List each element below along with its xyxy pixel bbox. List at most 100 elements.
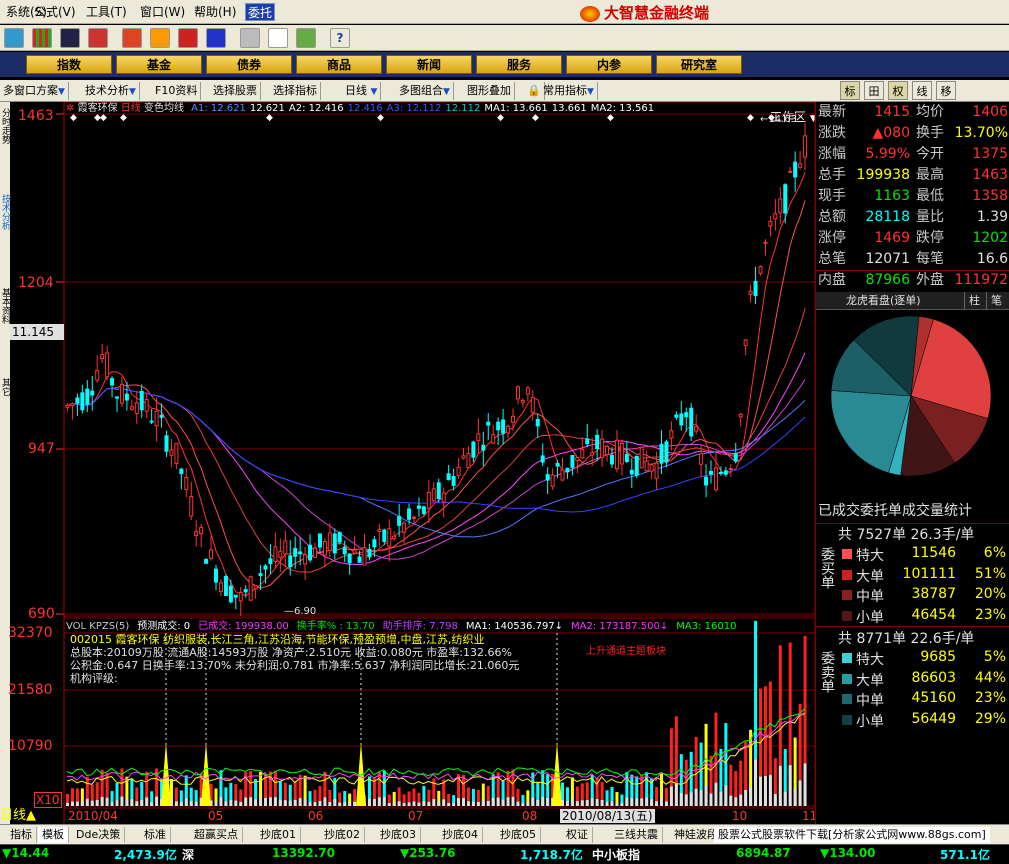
template-tab[interactable]: 指标 <box>6 827 37 843</box>
nav-commodity[interactable]: 商品 <box>296 55 382 74</box>
template-tab[interactable]: 抄底01 <box>256 827 301 843</box>
tab-tick[interactable]: 笔 <box>986 292 1002 310</box>
volume-bar-base <box>402 803 406 806</box>
keyboard-icon[interactable] <box>4 28 24 48</box>
volume-legend-item: 换手率% : 13.70 <box>296 621 375 632</box>
candle-body <box>263 565 268 570</box>
x-axis-label: 2010/04 <box>68 809 118 823</box>
period-select[interactable]: 日线 ▼ <box>342 82 382 100</box>
f10-info-button[interactable]: F10资料 <box>152 82 202 100</box>
menu-window[interactable]: 窗口(W) <box>138 3 187 21</box>
template-tab[interactable]: 超赢买点 <box>190 827 243 843</box>
stock-info-block: 002015 霞客环保 纺织服装,长江三角,江苏沿海,节能环保,预盈预增,中盘,… <box>70 633 519 685</box>
order-volume: 45160 <box>911 690 956 706</box>
period-indicator[interactable]: 日线▲ <box>0 808 64 824</box>
tab-dragon-tiger[interactable]: 龙虎看盘(逐单) <box>846 292 921 310</box>
volume-bar-base <box>283 800 287 806</box>
multi-chart-button[interactable]: 多图组合▼ <box>396 82 454 100</box>
nav-insider[interactable]: 内参 <box>566 55 652 74</box>
candle-body <box>164 435 169 452</box>
quote-icon[interactable] <box>122 28 142 48</box>
quote-label: 涨停 <box>818 230 846 246</box>
settings-icon[interactable]: ✲ <box>66 103 74 114</box>
tab-mark[interactable]: 标 <box>840 81 860 100</box>
volume-bar-base <box>645 797 649 806</box>
quote-label: 换手 <box>916 125 944 141</box>
candle-body <box>496 421 501 431</box>
candle-body <box>506 425 511 434</box>
price-frame <box>63 101 816 617</box>
binoculars-icon[interactable] <box>60 28 80 48</box>
legend-item: A1: 12.621 <box>191 103 246 114</box>
bars-icon[interactable] <box>32 28 52 48</box>
quote-row: 内盘 87966 外盘 111972 <box>816 270 1009 291</box>
template-tab[interactable]: 抄底05 <box>496 827 541 843</box>
volume-bar-base <box>219 797 223 806</box>
menu-tools[interactable]: 工具(T) <box>84 3 129 21</box>
nav-bond[interactable]: 债券 <box>206 55 292 74</box>
candle-body <box>441 492 446 503</box>
nav-fund[interactable]: 基金 <box>116 55 202 74</box>
volume-bar-base <box>214 801 218 806</box>
menu-trade[interactable]: 委托 <box>245 3 276 21</box>
candle-body <box>728 468 733 471</box>
template-tab[interactable]: Dde决策 <box>72 827 126 843</box>
side-label: 委卖单 <box>819 651 835 693</box>
template-tab[interactable]: 抄底04 <box>438 827 483 843</box>
f-blue-icon[interactable] <box>206 28 226 48</box>
period-text: 日线 <box>0 808 27 823</box>
alarm-icon[interactable] <box>88 28 108 48</box>
help-icon[interactable]: ? <box>330 28 350 48</box>
candle-body <box>347 553 352 564</box>
candle-body <box>233 594 238 598</box>
volume-legend: VOL KPZS(5) 预测成交: 0 已成交: 199938.00 换手率% : 1… <box>66 620 744 634</box>
nav-research[interactable]: 研究室 <box>656 55 742 74</box>
volume-bar-base <box>66 802 69 806</box>
candle-body <box>134 402 139 414</box>
tab-rights[interactable]: 权 <box>888 81 908 100</box>
tab-grid[interactable]: 田 <box>864 81 884 100</box>
quote-row: 总额 28118 量比 1.39 <box>816 207 1009 228</box>
candle-body <box>199 527 204 535</box>
volume-bar-base <box>679 793 683 806</box>
side-label: 委买单 <box>819 547 835 589</box>
tab-line[interactable]: 线 <box>912 81 932 100</box>
order-percent: 44% <box>974 669 1006 686</box>
multi-window-scheme[interactable]: 多窗口方案▼ <box>0 82 69 100</box>
ad-banner[interactable]: 股票公式股票软件下载[分析家公式网www.88gs.com] <box>714 827 990 843</box>
select-indicator-button[interactable]: 选择指标 <box>270 82 321 100</box>
nav-index[interactable]: 指数 <box>26 55 112 74</box>
quote-label: 最高 <box>916 167 944 183</box>
toolbar: ? <box>0 25 1009 51</box>
chart-svg[interactable]: ◆ ◆ ◆ ◆ ◆ ◆ ◆ ◆ ◆ ◆ ◆ <box>0 101 816 824</box>
books-icon[interactable] <box>296 28 316 48</box>
tech-analysis-menu[interactable]: 技术分析▼ <box>82 82 140 100</box>
template-tab[interactable]: 抄底02 <box>320 827 365 843</box>
nav-service[interactable]: 服务 <box>476 55 562 74</box>
candle-body <box>407 508 412 520</box>
select-stock-button[interactable]: 选择股票 <box>210 82 261 100</box>
tab-bar[interactable]: 柱 <box>964 292 980 310</box>
nav-news[interactable]: 新闻 <box>386 55 472 74</box>
candle-body <box>511 415 515 423</box>
template-tab[interactable]: 模板 <box>38 827 69 843</box>
menu-formula[interactable]: 公式(V) <box>32 3 78 21</box>
menu-help[interactable]: 帮助(H) <box>192 3 238 21</box>
window-icon[interactable] <box>268 28 288 48</box>
common-indicators-menu[interactable]: 常用指标▼ <box>540 82 598 100</box>
diamond-icon[interactable] <box>150 28 170 48</box>
print-icon[interactable] <box>240 28 260 48</box>
template-tab[interactable]: 三线共震 <box>610 827 663 843</box>
candle-body <box>595 434 600 450</box>
template-tab[interactable]: 权证 <box>562 827 593 843</box>
order-volume: 86603 <box>911 669 956 686</box>
volume-bar-base <box>264 797 267 806</box>
volume-bar-base <box>610 801 614 806</box>
quote-label: 涨跌 <box>818 125 846 141</box>
tab-move[interactable]: 移 <box>936 81 956 100</box>
volume-bar-base <box>110 802 114 806</box>
template-tab[interactable]: 抄底03 <box>376 827 421 843</box>
overlay-button[interactable]: 图形叠加 <box>464 82 515 100</box>
template-tab[interactable]: 标准 <box>140 827 171 843</box>
f-red-icon[interactable] <box>178 28 198 48</box>
